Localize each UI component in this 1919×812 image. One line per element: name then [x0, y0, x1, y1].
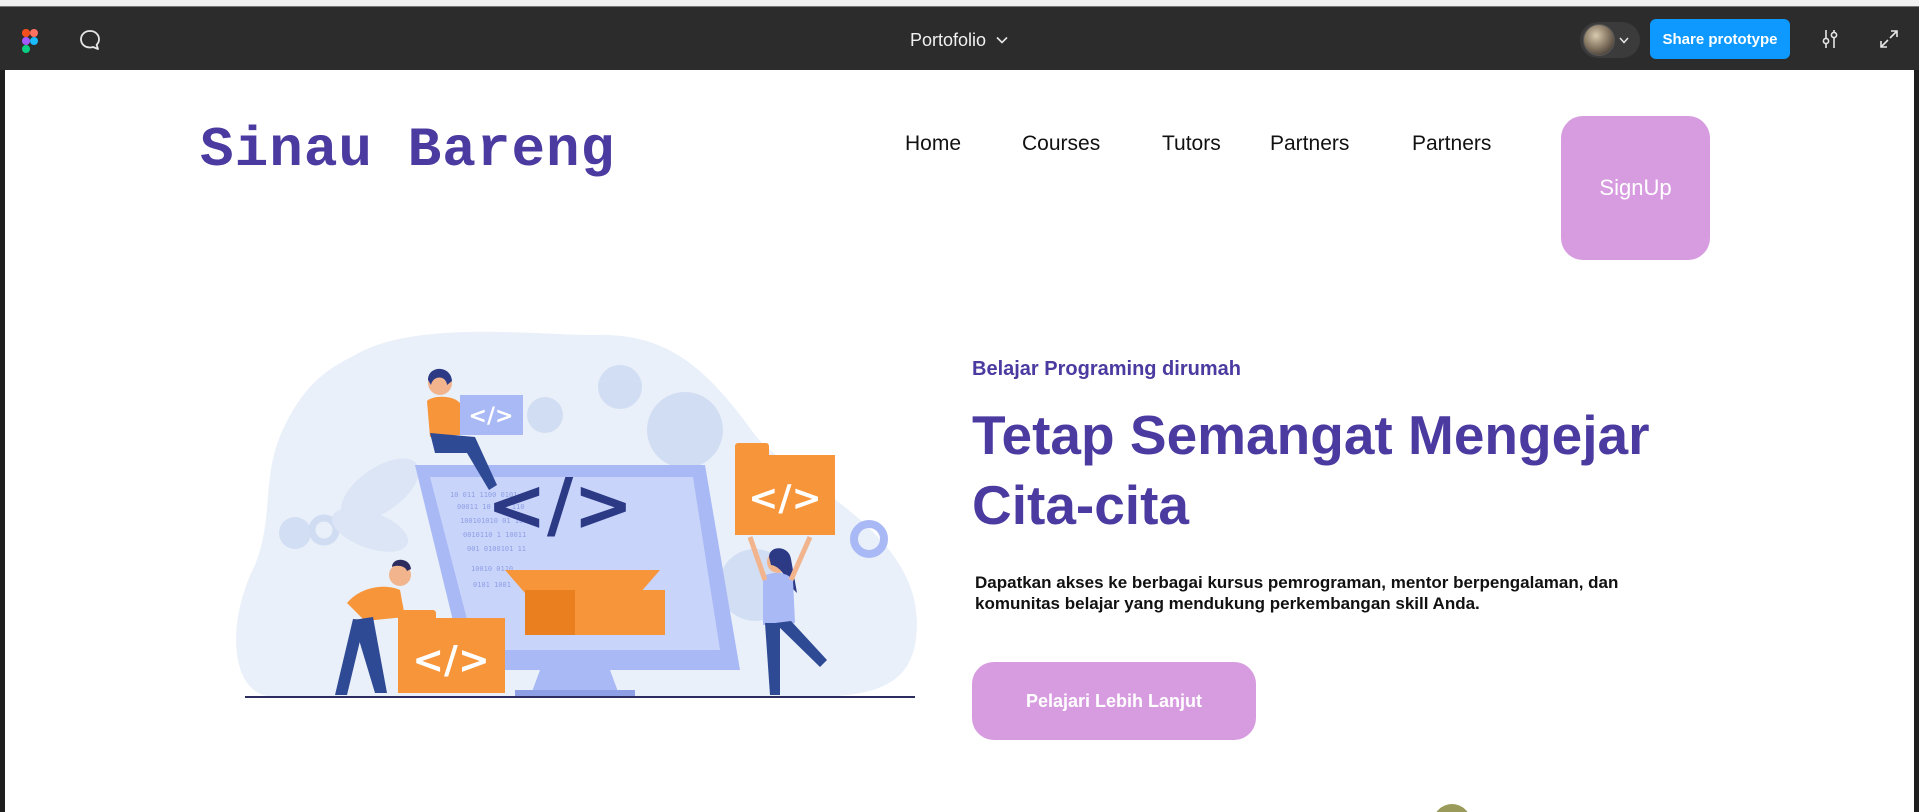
settings-sliders-icon[interactable]	[1818, 27, 1842, 51]
nav-item-home[interactable]: Home	[905, 132, 961, 156]
code-symbol-monitor: </>	[487, 463, 634, 547]
hero-description: Dapatkan akses ke berbagai kursus pemrog…	[975, 573, 1619, 613]
decorative-circle	[1433, 804, 1471, 812]
file-title: Portofolio	[910, 29, 987, 50]
expand-icon[interactable]	[1878, 28, 1900, 50]
learn-more-button[interactable]: Pelajari Lebih Lanjut	[972, 662, 1256, 740]
signup-button[interactable]: SignUp	[1561, 116, 1710, 260]
hero-subheading: Belajar Programing dirumah	[972, 358, 1241, 380]
chevron-down-icon	[996, 36, 1008, 44]
code-symbol-folder-left: </>	[412, 638, 490, 682]
nav-item-courses[interactable]: Courses	[1022, 132, 1100, 156]
avatar	[1583, 24, 1615, 56]
site-brand-logo[interactable]: Sinau Bareng	[200, 118, 615, 182]
share-prototype-button[interactable]: Share prototype	[1650, 19, 1790, 59]
comment-icon[interactable]	[78, 28, 102, 52]
svg-text:0101 1001: 0101 1001	[473, 581, 511, 589]
hero-headline: Tetap Semangat Mengejar Cita-cita	[972, 404, 1650, 536]
code-symbol-card: </>	[469, 404, 514, 429]
figma-toolbar: Portofolio Share prototype	[0, 7, 1919, 70]
canvas-edge-right	[1914, 70, 1919, 812]
nav-item-partners-2[interactable]: Partners	[1412, 132, 1491, 156]
nav-item-partners[interactable]: Partners	[1270, 132, 1349, 156]
nav-item-tutors[interactable]: Tutors	[1162, 132, 1221, 156]
code-symbol-folder-right: </>	[748, 478, 821, 519]
prototype-frame: Sinau Bareng Home Courses Tutors Partner…	[5, 70, 1914, 812]
file-title-dropdown[interactable]: Portofolio	[910, 27, 1008, 53]
user-avatar-menu[interactable]	[1580, 22, 1640, 58]
hero-illustration: 10 011 1100 0101 00011 10 010 110 100101…	[236, 331, 917, 698]
chevron-down-icon	[1619, 37, 1629, 44]
figma-logo-icon[interactable]	[22, 29, 38, 53]
window-top-border	[0, 0, 1919, 7]
